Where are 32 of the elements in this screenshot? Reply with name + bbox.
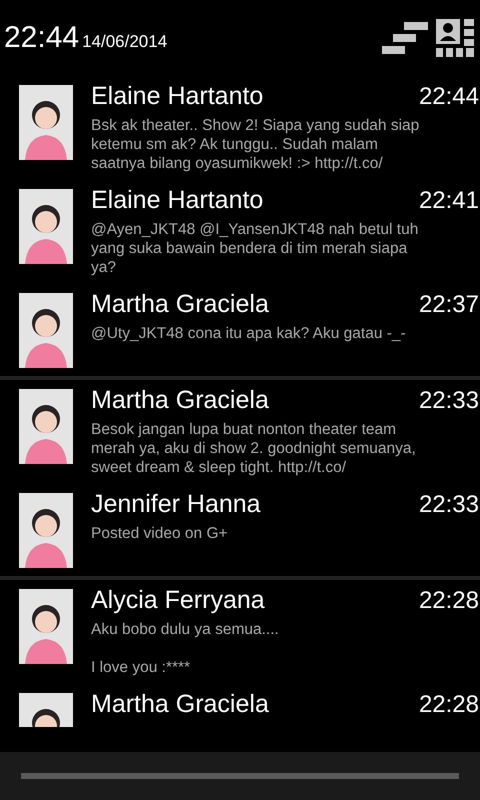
sender-name: Elaine Hartanto [91,186,264,215]
message-text: Bsk ak theater.. Show 2! Siapa yang sudah siap ketemu sm ak? Ak tunggu.. Sudah malam saatnya bilang oyasumikwek! :> http://t.co/ [91,116,420,173]
notification-time: 22:33 [418,491,480,519]
notification-time: 22:37 [418,291,480,319]
notification-time: 22:28 [418,587,480,615]
avatar-icon [19,389,73,464]
sender-name: Martha Graciela [91,290,270,319]
sender-name: Elaine Hartanto [91,82,264,111]
message-text: @Ayen_JKT48 @I_YansenJKT48 nah betul tuh yang suka bawain bendera di tim merah siapa ya? [91,220,420,277]
date-text: 14/06/2014 [82,32,168,52]
avatar-icon [19,589,73,664]
avatar-icon [19,85,73,160]
message-text: Aku bobo dulu ya semua.... I love you :**** [91,620,280,677]
stacked-bars-icon[interactable] [382,20,428,56]
avatar-icon [19,493,73,568]
avatar-icon [19,189,73,264]
notification-time: 22:41 [418,187,480,215]
notification-time: 22:28 [418,691,480,719]
user-grid-icon[interactable] [436,19,474,57]
clock-time: 22:44 [4,21,80,55]
drag-handle[interactable] [21,773,459,779]
avatar-icon [19,293,73,368]
message-text: Posted video on G+ [91,524,229,543]
avatar-icon [19,693,73,727]
sender-name: Martha Graciela [91,690,270,719]
sender-name: Alycia Ferryana [91,586,266,615]
sender-name: Martha Graciela [91,386,270,415]
notification-time: 22:33 [418,387,480,415]
message-text: Besok jangan lupa buat nonton theater team merah ya, aku di show 2. goodnight semuanya, sweet dream & sleep tight. http://t.co/ [91,420,417,477]
notification-time: 22:44 [418,83,480,111]
message-text: @Uty_JKT48 cona itu apa kak? Aku gatau -_- [91,324,407,343]
sender-name: Jennifer Hanna [91,490,262,519]
